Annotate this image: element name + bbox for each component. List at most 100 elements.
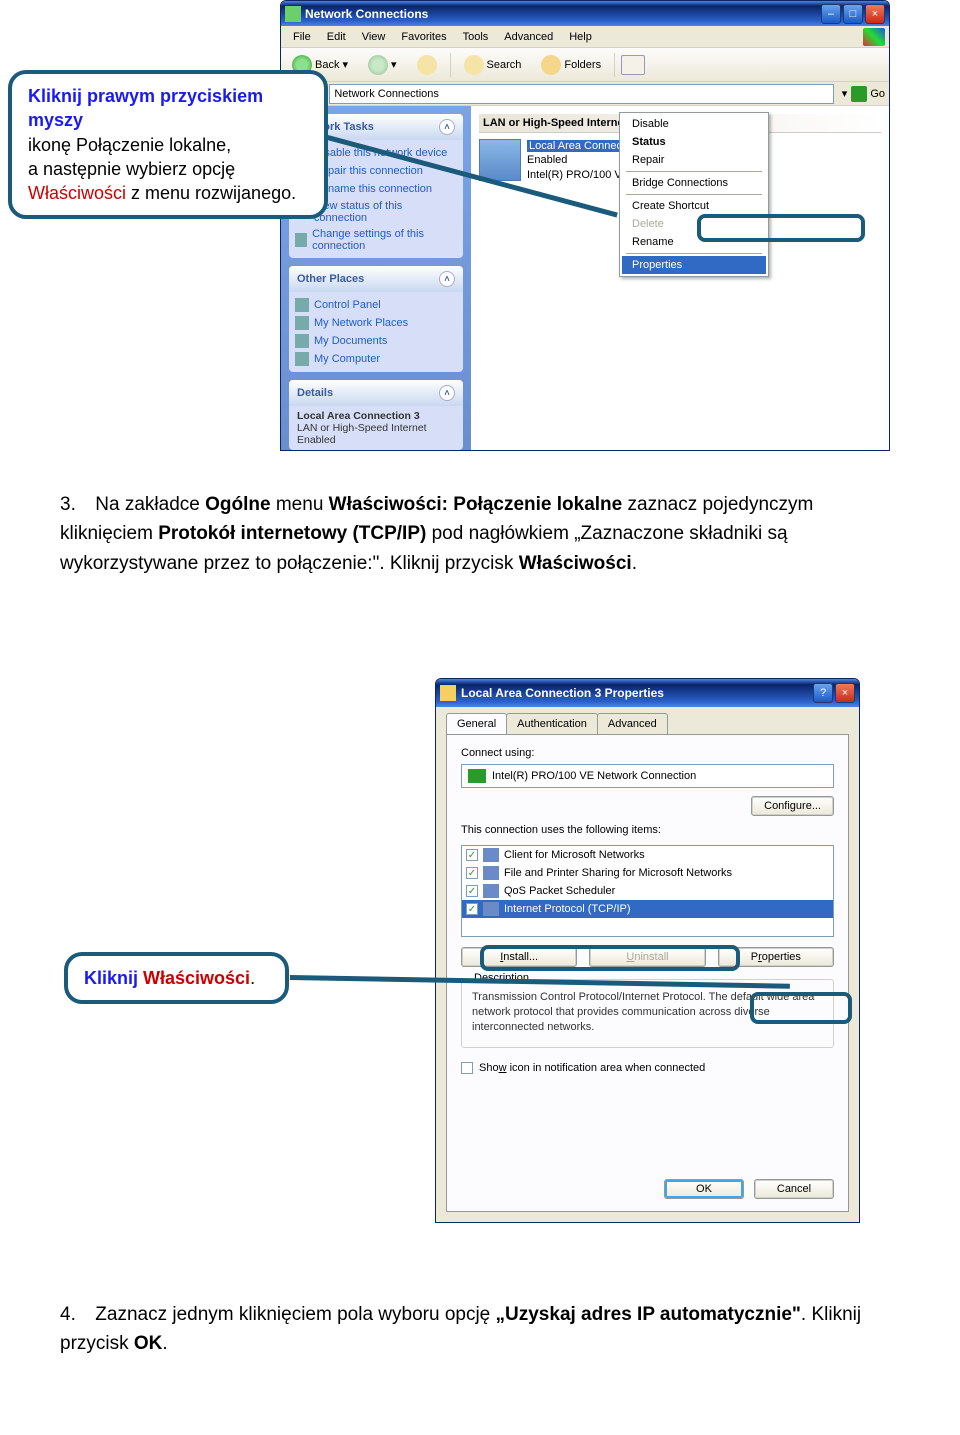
ctx-status[interactable]: Status	[622, 133, 766, 151]
callout-click-properties: Kliknij Właściwości.	[64, 952, 289, 1004]
up-button[interactable]	[410, 51, 444, 79]
connection-state: Enabled	[527, 154, 567, 166]
views-button[interactable]	[621, 55, 645, 75]
menu-edit[interactable]: Edit	[319, 29, 354, 45]
go-button[interactable]: Go	[851, 86, 885, 102]
ctx-properties[interactable]: Properties	[622, 256, 766, 274]
tab-advanced[interactable]: Advanced	[597, 713, 668, 734]
menu-favorites[interactable]: Favorites	[393, 29, 454, 45]
highlight-properties-button	[750, 992, 852, 1024]
checkbox-icon[interactable]: ✓	[466, 867, 478, 879]
dialog-buttons: OK Cancel	[461, 1165, 834, 1199]
place-item[interactable]: My Computer	[295, 350, 457, 368]
window-body: Network Tasks˄ Disable this network devi…	[281, 106, 889, 450]
maximize-button[interactable]: □	[843, 4, 863, 24]
place-item[interactable]: My Network Places	[295, 314, 457, 332]
folders-label: Folders	[564, 59, 601, 71]
item-label: File and Printer Sharing for Microsoft N…	[504, 867, 732, 879]
dialog-titlebar[interactable]: Local Area Connection 3 Properties ? ×	[436, 679, 859, 707]
items-label: This connection uses the following items…	[461, 824, 834, 836]
back-label: Back	[315, 59, 339, 71]
adapter-name: Intel(R) PRO/100 VE Network Connection	[492, 770, 696, 782]
address-dropdown[interactable]: ▾	[838, 87, 852, 100]
other-places-box: Other Places˄ Control Panel My Network P…	[289, 266, 463, 372]
address-bar: Address ▾ Go	[281, 82, 889, 106]
place-item[interactable]: Control Panel	[295, 296, 457, 314]
forward-button[interactable]: ▾	[361, 51, 404, 79]
minimize-button[interactable]: –	[821, 4, 841, 24]
close-button[interactable]: ×	[865, 4, 885, 24]
titlebar[interactable]: Network Connections – □ ×	[281, 1, 889, 26]
item-icon	[483, 848, 499, 862]
cancel-button[interactable]: Cancel	[754, 1179, 834, 1199]
search-button[interactable]: Search	[457, 51, 529, 79]
tab-general[interactable]: General	[446, 713, 507, 734]
checkbox-icon[interactable]: ✓	[466, 903, 478, 915]
help-button[interactable]: ?	[813, 683, 833, 703]
menu-help[interactable]: Help	[561, 29, 600, 45]
chevron-up-icon: ˄	[439, 385, 455, 401]
toolbar: Back▾ ▾ Search Folders	[281, 48, 889, 82]
toolbar-separator	[450, 53, 451, 77]
checkbox-icon[interactable]: ✓	[461, 1062, 473, 1074]
t: Protokół internetowy (TCP/IP)	[158, 523, 426, 544]
callout2-a: Kliknij	[84, 968, 143, 988]
callout2-b: Właściwości	[143, 968, 250, 988]
task-label: View status of this connection	[314, 200, 457, 224]
window-icon	[285, 6, 301, 22]
callout1-l3: a następnie wybierz opcję	[28, 159, 235, 179]
ctx-disable[interactable]: Disable	[622, 115, 766, 133]
show-icon-row[interactable]: ✓ Show icon in notification area when co…	[461, 1062, 834, 1074]
folders-button[interactable]: Folders	[534, 51, 608, 79]
step3-text: 3. Na zakładce Ogólne menu Właściwości: …	[60, 490, 870, 578]
item-icon	[483, 902, 499, 916]
checkbox-icon[interactable]: ✓	[466, 885, 478, 897]
task-label: Repair this connection	[314, 165, 423, 177]
list-item[interactable]: ✓QoS Packet Scheduler	[462, 882, 833, 900]
place-icon	[295, 298, 309, 312]
ctx-separator	[626, 253, 762, 254]
task-label: Change settings of this connection	[312, 228, 457, 252]
t: Na zakładce	[95, 494, 205, 515]
address-input[interactable]	[329, 84, 833, 104]
step4-text: 4. Zaznacz jednym kliknięciem pola wybor…	[60, 1300, 870, 1359]
place-label: My Computer	[314, 353, 380, 365]
checkbox-icon[interactable]: ✓	[466, 849, 478, 861]
list-item-tcpip[interactable]: ✓ Internet Protocol (TCP/IP)	[462, 900, 833, 918]
close-button[interactable]: ×	[835, 683, 855, 703]
list-item[interactable]: ✓ File and Printer Sharing for Microsoft …	[462, 864, 833, 882]
task-item[interactable]: Change settings of this connection	[295, 226, 457, 254]
menu-tools[interactable]: Tools	[455, 29, 497, 45]
place-item[interactable]: My Documents	[295, 332, 457, 350]
show-icon-label: Show icon in notification area when conn…	[479, 1062, 705, 1074]
toolbar-separator	[614, 53, 615, 77]
ctx-shortcut[interactable]: Create Shortcut	[622, 197, 766, 215]
items-listbox[interactable]: ✓Client for Microsoft Networks ✓ File and…	[461, 845, 834, 937]
place-icon	[295, 352, 309, 366]
configure-button[interactable]: Configure...	[751, 796, 834, 816]
t: Właściwości	[519, 553, 632, 574]
ok-button[interactable]: OK	[664, 1179, 744, 1199]
menu-advanced[interactable]: Advanced	[496, 29, 561, 45]
ctx-repair[interactable]: Repair	[622, 151, 766, 169]
other-places-header[interactable]: Other Places˄	[289, 266, 463, 292]
details-state: Enabled	[297, 434, 336, 446]
place-label: My Network Places	[314, 317, 408, 329]
menu-view[interactable]: View	[354, 29, 394, 45]
details-header[interactable]: Details˄	[289, 380, 463, 406]
list-item[interactable]: ✓Client for Microsoft Networks	[462, 846, 833, 864]
windows-flag-icon	[863, 28, 885, 46]
t: menu	[271, 494, 329, 515]
t: .	[162, 1333, 167, 1354]
callout-rightclick: Kliknij prawym przyciskiem myszy ikonę P…	[8, 70, 328, 219]
menu-file[interactable]: File	[285, 29, 319, 45]
main-area: LAN or High-Speed Internet Local Area Co…	[471, 106, 889, 450]
item-label: Internet Protocol (TCP/IP)	[504, 903, 631, 915]
details-box: Details˄ Local Area Connection 3 LAN or …	[289, 380, 463, 450]
task-icon	[295, 233, 307, 247]
ctx-bridge[interactable]: Bridge Connections	[622, 174, 766, 192]
t: OK	[134, 1333, 163, 1354]
configure-label: Configure...	[764, 800, 821, 812]
tab-authentication[interactable]: Authentication	[506, 713, 598, 734]
details-content: Local Area Connection 3 LAN or High-Spee…	[289, 406, 463, 450]
